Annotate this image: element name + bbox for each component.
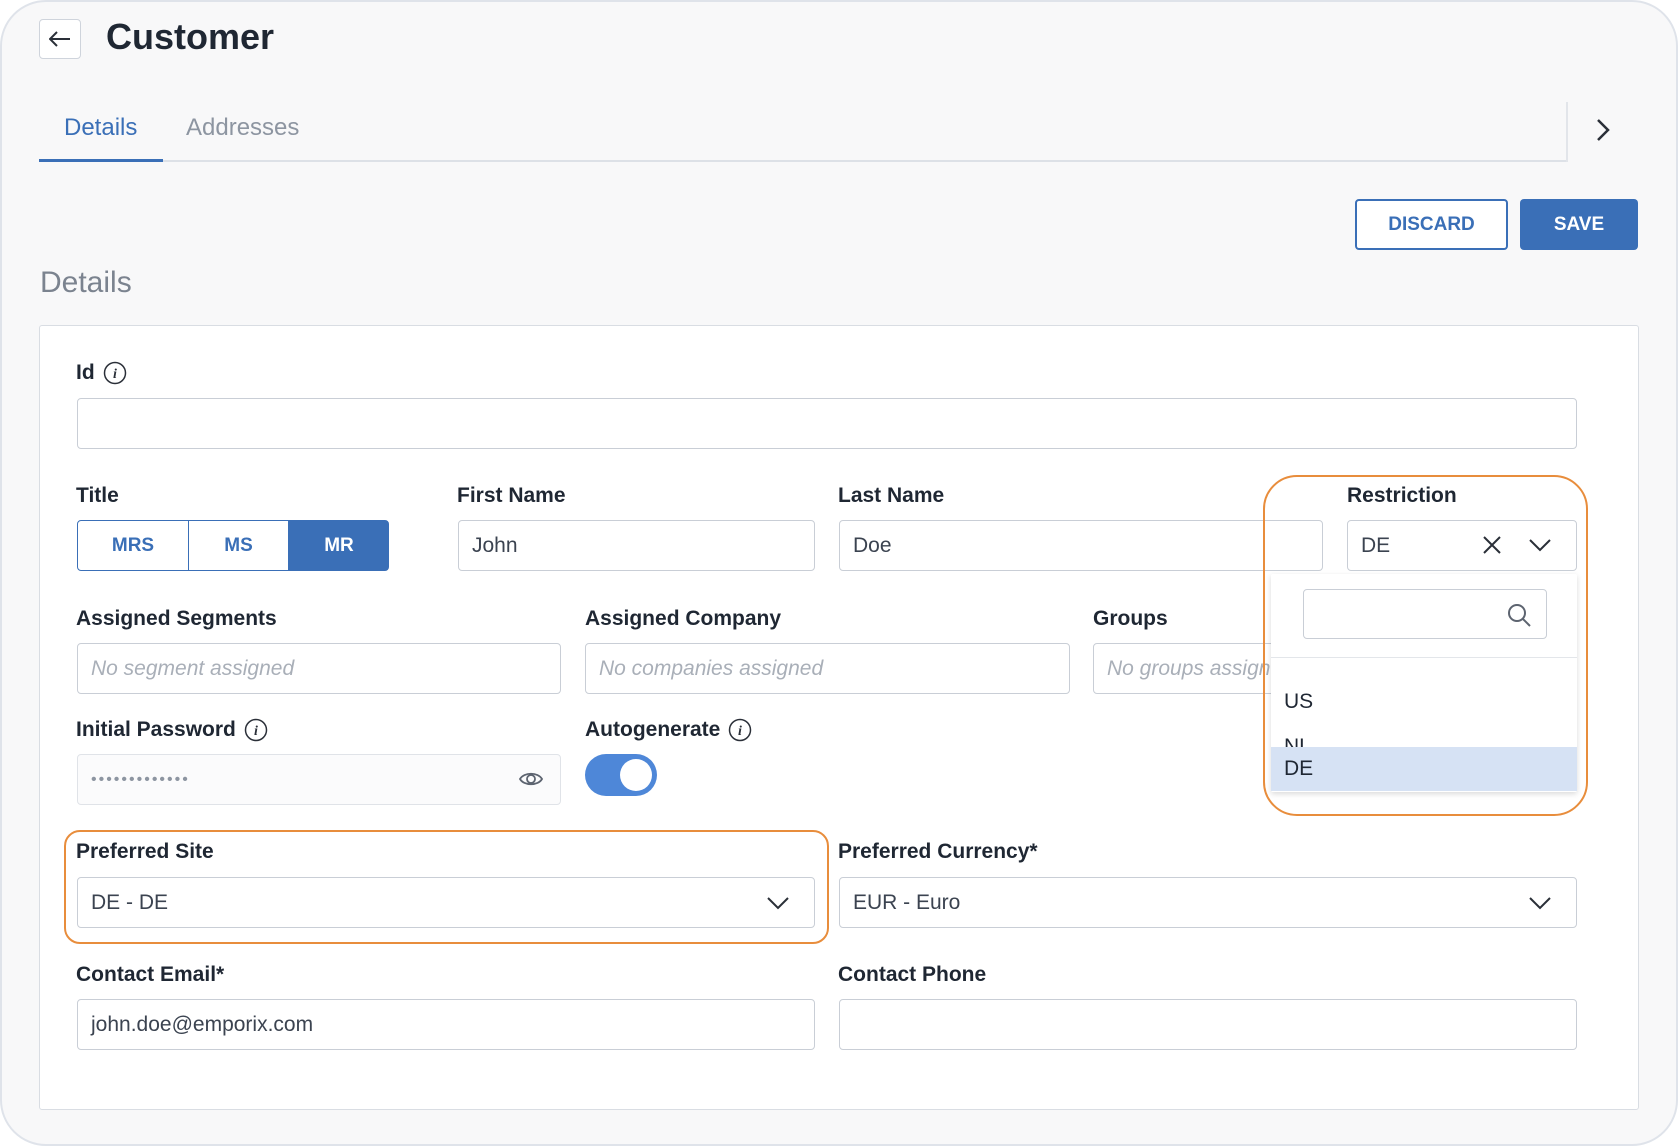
title-option-mrs[interactable]: MRS [77, 520, 189, 571]
groups-placeholder: No groups assign [1107, 656, 1271, 680]
title-label: Title [76, 484, 119, 507]
save-button[interactable]: SAVE [1520, 199, 1638, 250]
info-icon[interactable]: i [244, 718, 268, 742]
contact-phone-label: Contact Phone [838, 963, 987, 986]
section-title: Details [40, 266, 132, 299]
contact-email-label: Contact Email* [76, 963, 225, 986]
arrow-left-icon [49, 31, 70, 47]
svg-text:i: i [113, 367, 117, 382]
back-button[interactable] [39, 19, 81, 59]
svg-text:i: i [738, 724, 742, 739]
toggle-knob [620, 759, 652, 791]
initial-password-label: Initial Password i [76, 718, 268, 742]
assigned-segments-input[interactable]: No segment assigned [77, 643, 561, 694]
page-title: Customer [106, 16, 275, 57]
contact-email-value: john.doe@emporix.com [91, 1012, 314, 1036]
tabs-separator [1566, 102, 1568, 162]
info-icon[interactable]: i [103, 361, 127, 385]
contact-email-input[interactable]: john.doe@emporix.com [77, 999, 815, 1050]
title-option-mr[interactable]: MR [289, 520, 389, 571]
discard-button[interactable]: DISCARD [1355, 199, 1508, 250]
tabs-divider [39, 160, 1567, 162]
preferred-currency-select[interactable]: EUR - Euro [839, 877, 1577, 928]
first-name-label: First Name [457, 484, 566, 507]
assigned-segments-label: Assigned Segments [76, 607, 277, 630]
autogenerate-label-text: Autogenerate [585, 718, 721, 741]
last-name-label: Last Name [838, 484, 945, 507]
assigned-company-label: Assigned Company [585, 607, 782, 630]
app-window: Customer Details Addresses DISCARD SAVE … [0, 0, 1678, 1146]
tabs-scroll-right-button[interactable] [1588, 114, 1618, 146]
chevron-right-icon [1597, 119, 1610, 141]
active-tab-indicator [39, 159, 163, 162]
initial-password-label-text: Initial Password [76, 718, 236, 741]
preferred-currency-label: Preferred Currency* [838, 840, 1038, 863]
restriction-highlight [1263, 475, 1588, 816]
id-label: Id i [76, 361, 127, 385]
eye-icon[interactable] [518, 768, 544, 790]
preferred-site-select[interactable]: DE - DE [77, 877, 815, 928]
chevron-down-icon[interactable] [766, 891, 790, 915]
tab-details[interactable]: Details [64, 114, 137, 142]
preferred-currency-value: EUR - Euro [853, 890, 961, 914]
title-segmented-control: MRS MS MR [77, 520, 389, 571]
first-name-value: John [472, 533, 518, 557]
svg-text:i: i [254, 724, 258, 739]
chevron-down-icon[interactable] [1528, 891, 1552, 915]
autogenerate-label: Autogenerate i [585, 718, 752, 742]
id-label-text: Id [76, 361, 95, 384]
preferred-site-label: Preferred Site [76, 840, 214, 863]
last-name-value: Doe [853, 533, 892, 557]
last-name-input[interactable]: Doe [839, 520, 1323, 571]
initial-password-value: ••••••••••••• [91, 770, 190, 788]
tab-addresses[interactable]: Addresses [186, 114, 299, 142]
info-icon[interactable]: i [728, 718, 752, 742]
assigned-company-input[interactable]: No companies assigned [585, 643, 1070, 694]
contact-phone-input[interactable] [839, 999, 1577, 1050]
preferred-site-value: DE - DE [91, 890, 169, 914]
assigned-company-placeholder: No companies assigned [599, 656, 824, 680]
groups-label: Groups [1093, 607, 1168, 630]
id-input[interactable] [77, 398, 1577, 449]
first-name-input[interactable]: John [458, 520, 815, 571]
assigned-segments-placeholder: No segment assigned [91, 656, 295, 680]
initial-password-input[interactable]: ••••••••••••• [77, 754, 561, 805]
title-option-ms[interactable]: MS [189, 520, 289, 571]
autogenerate-toggle[interactable] [585, 754, 657, 796]
